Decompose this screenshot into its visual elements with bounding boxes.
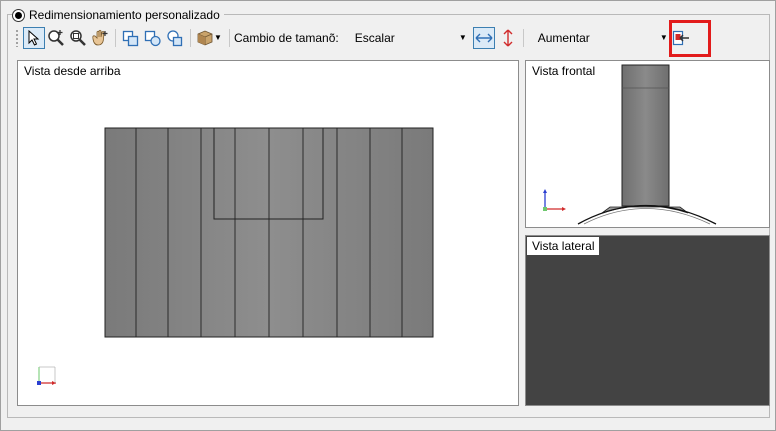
front-view-canvas	[543, 64, 717, 225]
side-view-title: Vista lateral	[527, 237, 600, 255]
toolbar-separator	[190, 28, 191, 47]
front-view-panel[interactable]: Vista frontal	[525, 60, 770, 228]
zoom-fit-button[interactable]	[67, 27, 89, 49]
box-3d-dropdown[interactable]: ▼	[195, 27, 225, 49]
vertical-resize-button[interactable]	[497, 27, 519, 49]
toolbar-separator	[229, 28, 230, 47]
box-3d-icon	[197, 30, 213, 45]
custom-resize-radio[interactable]	[12, 8, 25, 22]
top-view-canvas	[37, 127, 434, 385]
zoom-fit-icon	[70, 29, 86, 46]
side-view-panel[interactable]: Vista lateral	[525, 235, 770, 406]
group-label: Redimensionamiento personalizado	[29, 8, 220, 22]
horizontal-arrows-icon	[475, 33, 493, 42]
direction-select[interactable]: Aumentar ▼	[530, 28, 670, 48]
zoom-in-icon	[48, 29, 64, 46]
horizontal-resize-button[interactable]	[472, 26, 495, 49]
resize-mode-select[interactable]: Escalar ▼	[347, 28, 469, 48]
top-view-panel[interactable]: Vista desde arriba	[17, 60, 519, 406]
axis-gizmo	[543, 189, 566, 211]
dialog-frame: Redimensionamiento personalizado ▼ Cambi…	[0, 0, 776, 431]
toolbar: ▼ Cambio de tamanõ: Escalar ▼ Aumentar ▼	[15, 25, 761, 50]
toolbar-separator	[115, 28, 116, 47]
front-view-title: Vista frontal	[527, 62, 601, 80]
chevron-down-icon: ▼	[458, 33, 467, 42]
shape-view-2-icon	[144, 30, 161, 46]
pan-hand-icon	[92, 29, 108, 45]
select-pointer-icon	[28, 29, 40, 46]
shape-view-3-icon	[167, 29, 183, 46]
vertical-arrows-icon	[503, 29, 513, 46]
shape-view-1-icon	[122, 30, 139, 46]
shape-view-2-button[interactable]	[142, 27, 164, 49]
resize-mode-value: Escalar	[354, 30, 395, 45]
toolbar-separator	[522, 28, 524, 47]
direction-value: Aumentar	[537, 30, 590, 45]
toolbar-grip[interactable]	[15, 28, 19, 47]
shape-view-1-button[interactable]	[120, 27, 142, 49]
chevron-down-icon: ▼	[214, 33, 222, 42]
chevron-down-icon: ▼	[659, 33, 668, 42]
zoom-in-button[interactable]	[45, 27, 67, 49]
shape-view-3-button[interactable]	[164, 27, 186, 49]
top-view-title: Vista desde arriba	[19, 62, 126, 80]
select-pointer-button[interactable]	[23, 26, 45, 49]
axis-gizmo	[37, 366, 56, 385]
group-header: Redimensionamiento personalizado	[12, 7, 224, 23]
pan-button[interactable]	[89, 27, 111, 49]
resize-label: Cambio de tamanõ:	[234, 30, 339, 45]
highlight-box	[669, 20, 711, 57]
